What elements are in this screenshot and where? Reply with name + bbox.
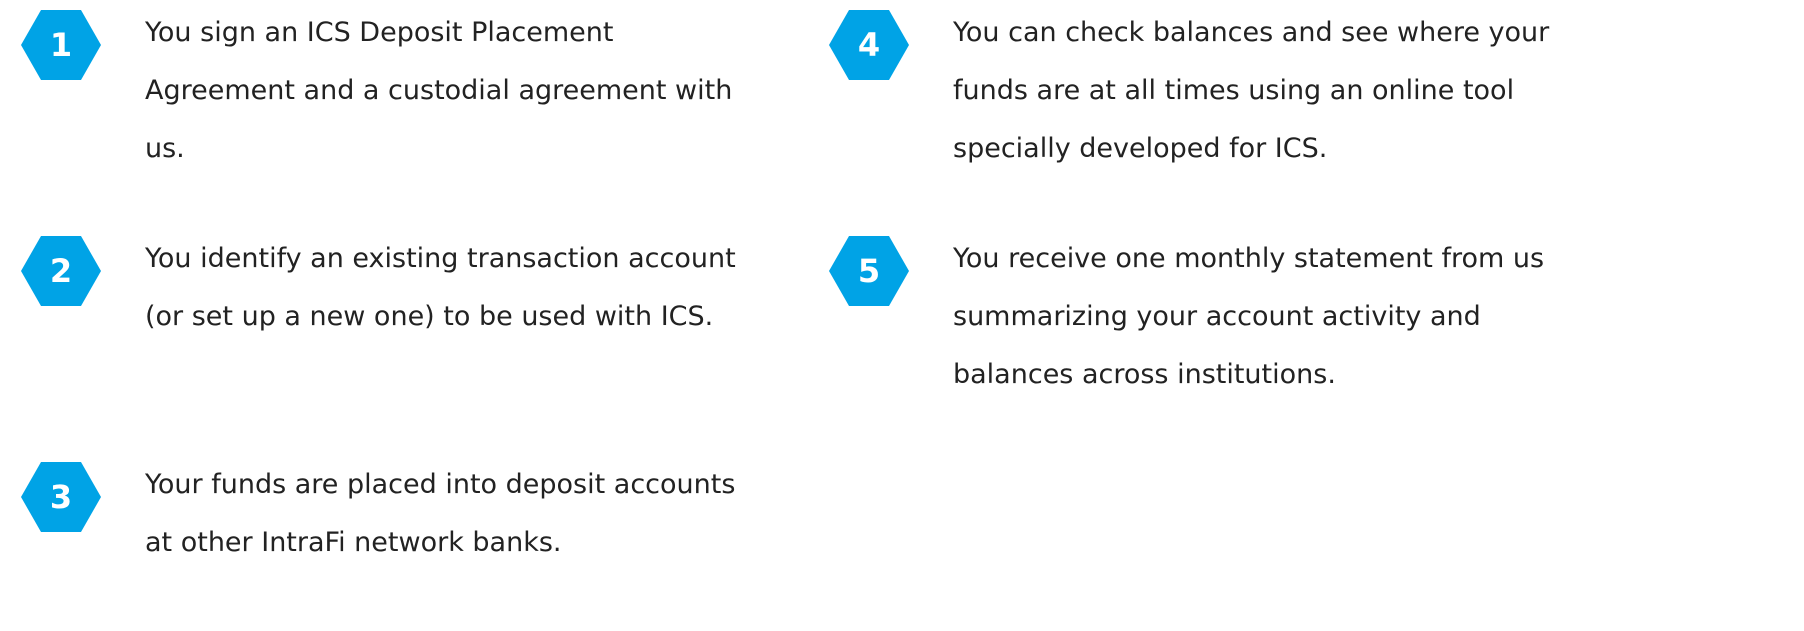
- step-description: You receive one monthly statement from u…: [953, 243, 1545, 390]
- step-number-badge: 2: [21, 236, 101, 306]
- step-number: 2: [49, 252, 73, 290]
- step-number-badge: 1: [21, 10, 101, 80]
- step-number: 4: [857, 26, 881, 64]
- step-description: Your funds are placed into deposit accou…: [145, 469, 736, 558]
- step-number-badge: 4: [829, 10, 909, 80]
- step-2: 2 You identify an existing transaction a…: [21, 236, 745, 346]
- step-description: You sign an ICS Deposit Placement Agreem…: [145, 17, 733, 164]
- step-5: 5 You receive one monthly statement from…: [829, 236, 1603, 404]
- step-3: 3 Your funds are placed into deposit acc…: [21, 462, 745, 572]
- step-number: 3: [49, 478, 73, 516]
- step-number-badge: 3: [21, 462, 101, 532]
- step-4: 4 You can check balances and see where y…: [829, 10, 1603, 178]
- step-description: You can check balances and see where you…: [953, 17, 1550, 164]
- step-description: You identify an existing transaction acc…: [145, 243, 736, 332]
- step-number-badge: 5: [829, 236, 909, 306]
- step-1: 1 You sign an ICS Deposit Placement Agre…: [21, 10, 745, 178]
- step-number: 5: [857, 252, 881, 290]
- step-number: 1: [49, 26, 73, 64]
